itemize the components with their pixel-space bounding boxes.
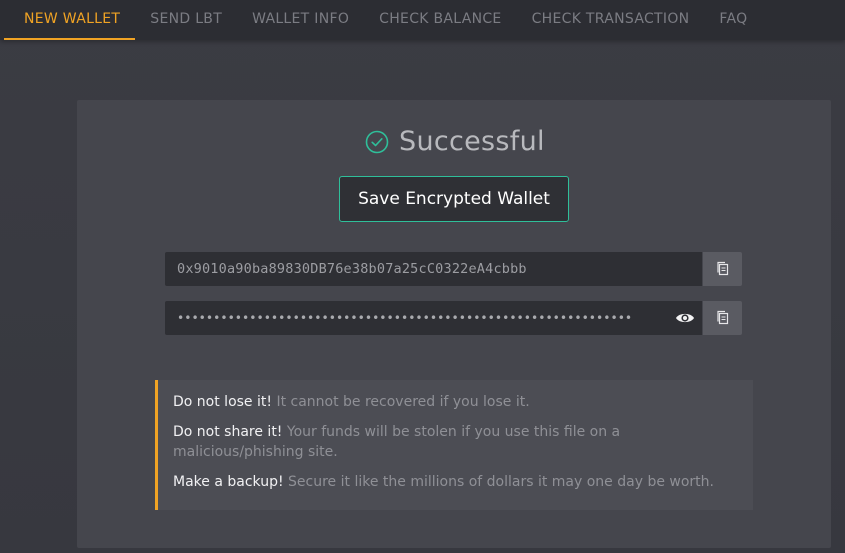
nav-tab-faq[interactable]: FAQ xyxy=(704,0,762,40)
nav-tab-check-balance[interactable]: CHECK BALANCE xyxy=(364,0,516,40)
warning-item: Do not share it! Your funds will be stol… xyxy=(173,422,739,462)
security-warning-box: Do not lose it! It cannot be recovered i… xyxy=(155,380,753,510)
nav-tab-wallet-info[interactable]: WALLET INFO xyxy=(237,0,364,40)
nav-tab-send-lbt[interactable]: SEND LBT xyxy=(135,0,237,40)
copy-address-button[interactable] xyxy=(703,252,742,286)
warning-text: Secure it like the millions of dollars i… xyxy=(288,474,714,490)
warning-title: Do not share it! xyxy=(173,424,283,440)
success-text: Successful xyxy=(399,126,545,157)
private-key-field[interactable]: ••••••••••••••••••••••••••••••••••••••••… xyxy=(165,301,702,335)
nav-tab-check-transaction[interactable]: CHECK TRANSACTION xyxy=(517,0,705,40)
copy-icon xyxy=(716,310,728,325)
address-field[interactable]: 0x9010a90ba89830DB76e38b07a25cC0322eA4cb… xyxy=(165,252,702,286)
top-nav: NEW WALLET SEND LBT WALLET INFO CHECK BA… xyxy=(0,0,845,40)
success-status: Successful xyxy=(365,126,545,157)
check-circle-icon xyxy=(365,130,389,153)
copy-private-key-button[interactable] xyxy=(703,301,742,335)
warning-item: Do not lose it! It cannot be recovered i… xyxy=(173,392,739,412)
nav-tab-new-wallet[interactable]: NEW WALLET xyxy=(4,0,136,40)
warning-item: Make a backup! Secure it like the millio… xyxy=(173,472,739,492)
wallet-card: Successful Save Encrypted Wallet 0x9010a… xyxy=(77,100,831,548)
save-encrypted-wallet-button[interactable]: Save Encrypted Wallet xyxy=(339,176,569,222)
warning-title: Do not lose it! xyxy=(173,394,272,410)
eye-icon[interactable] xyxy=(675,310,695,326)
warning-title: Make a backup! xyxy=(173,474,284,490)
copy-icon xyxy=(716,261,728,276)
warning-text: It cannot be recovered if you lose it. xyxy=(276,394,530,410)
